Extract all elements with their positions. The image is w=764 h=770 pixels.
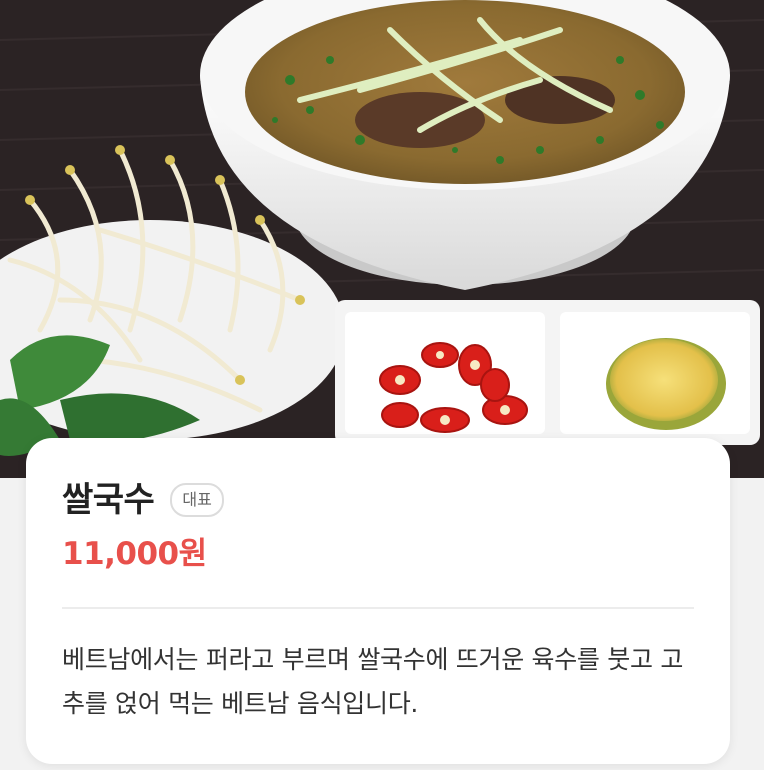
menu-photo	[0, 0, 764, 478]
menu-description: 베트남에서는 퍼라고 부르며 쌀국수에 뜨거운 육수를 붓고 고추를 얹어 먹는…	[62, 645, 684, 718]
divider	[62, 607, 694, 609]
menu-price: 11,000원	[62, 536, 207, 572]
menu-name: 쌀국수	[62, 480, 155, 520]
menu-card: 쌀국수 대표 11,000원 베트남에서는 퍼라고 부르며 쌀국수에 뜨거운 육…	[26, 438, 730, 764]
signature-badge: 대표	[170, 483, 224, 517]
pho-photo-illustration	[0, 0, 764, 478]
menu-title-row: 쌀국수 대표	[62, 478, 224, 522]
